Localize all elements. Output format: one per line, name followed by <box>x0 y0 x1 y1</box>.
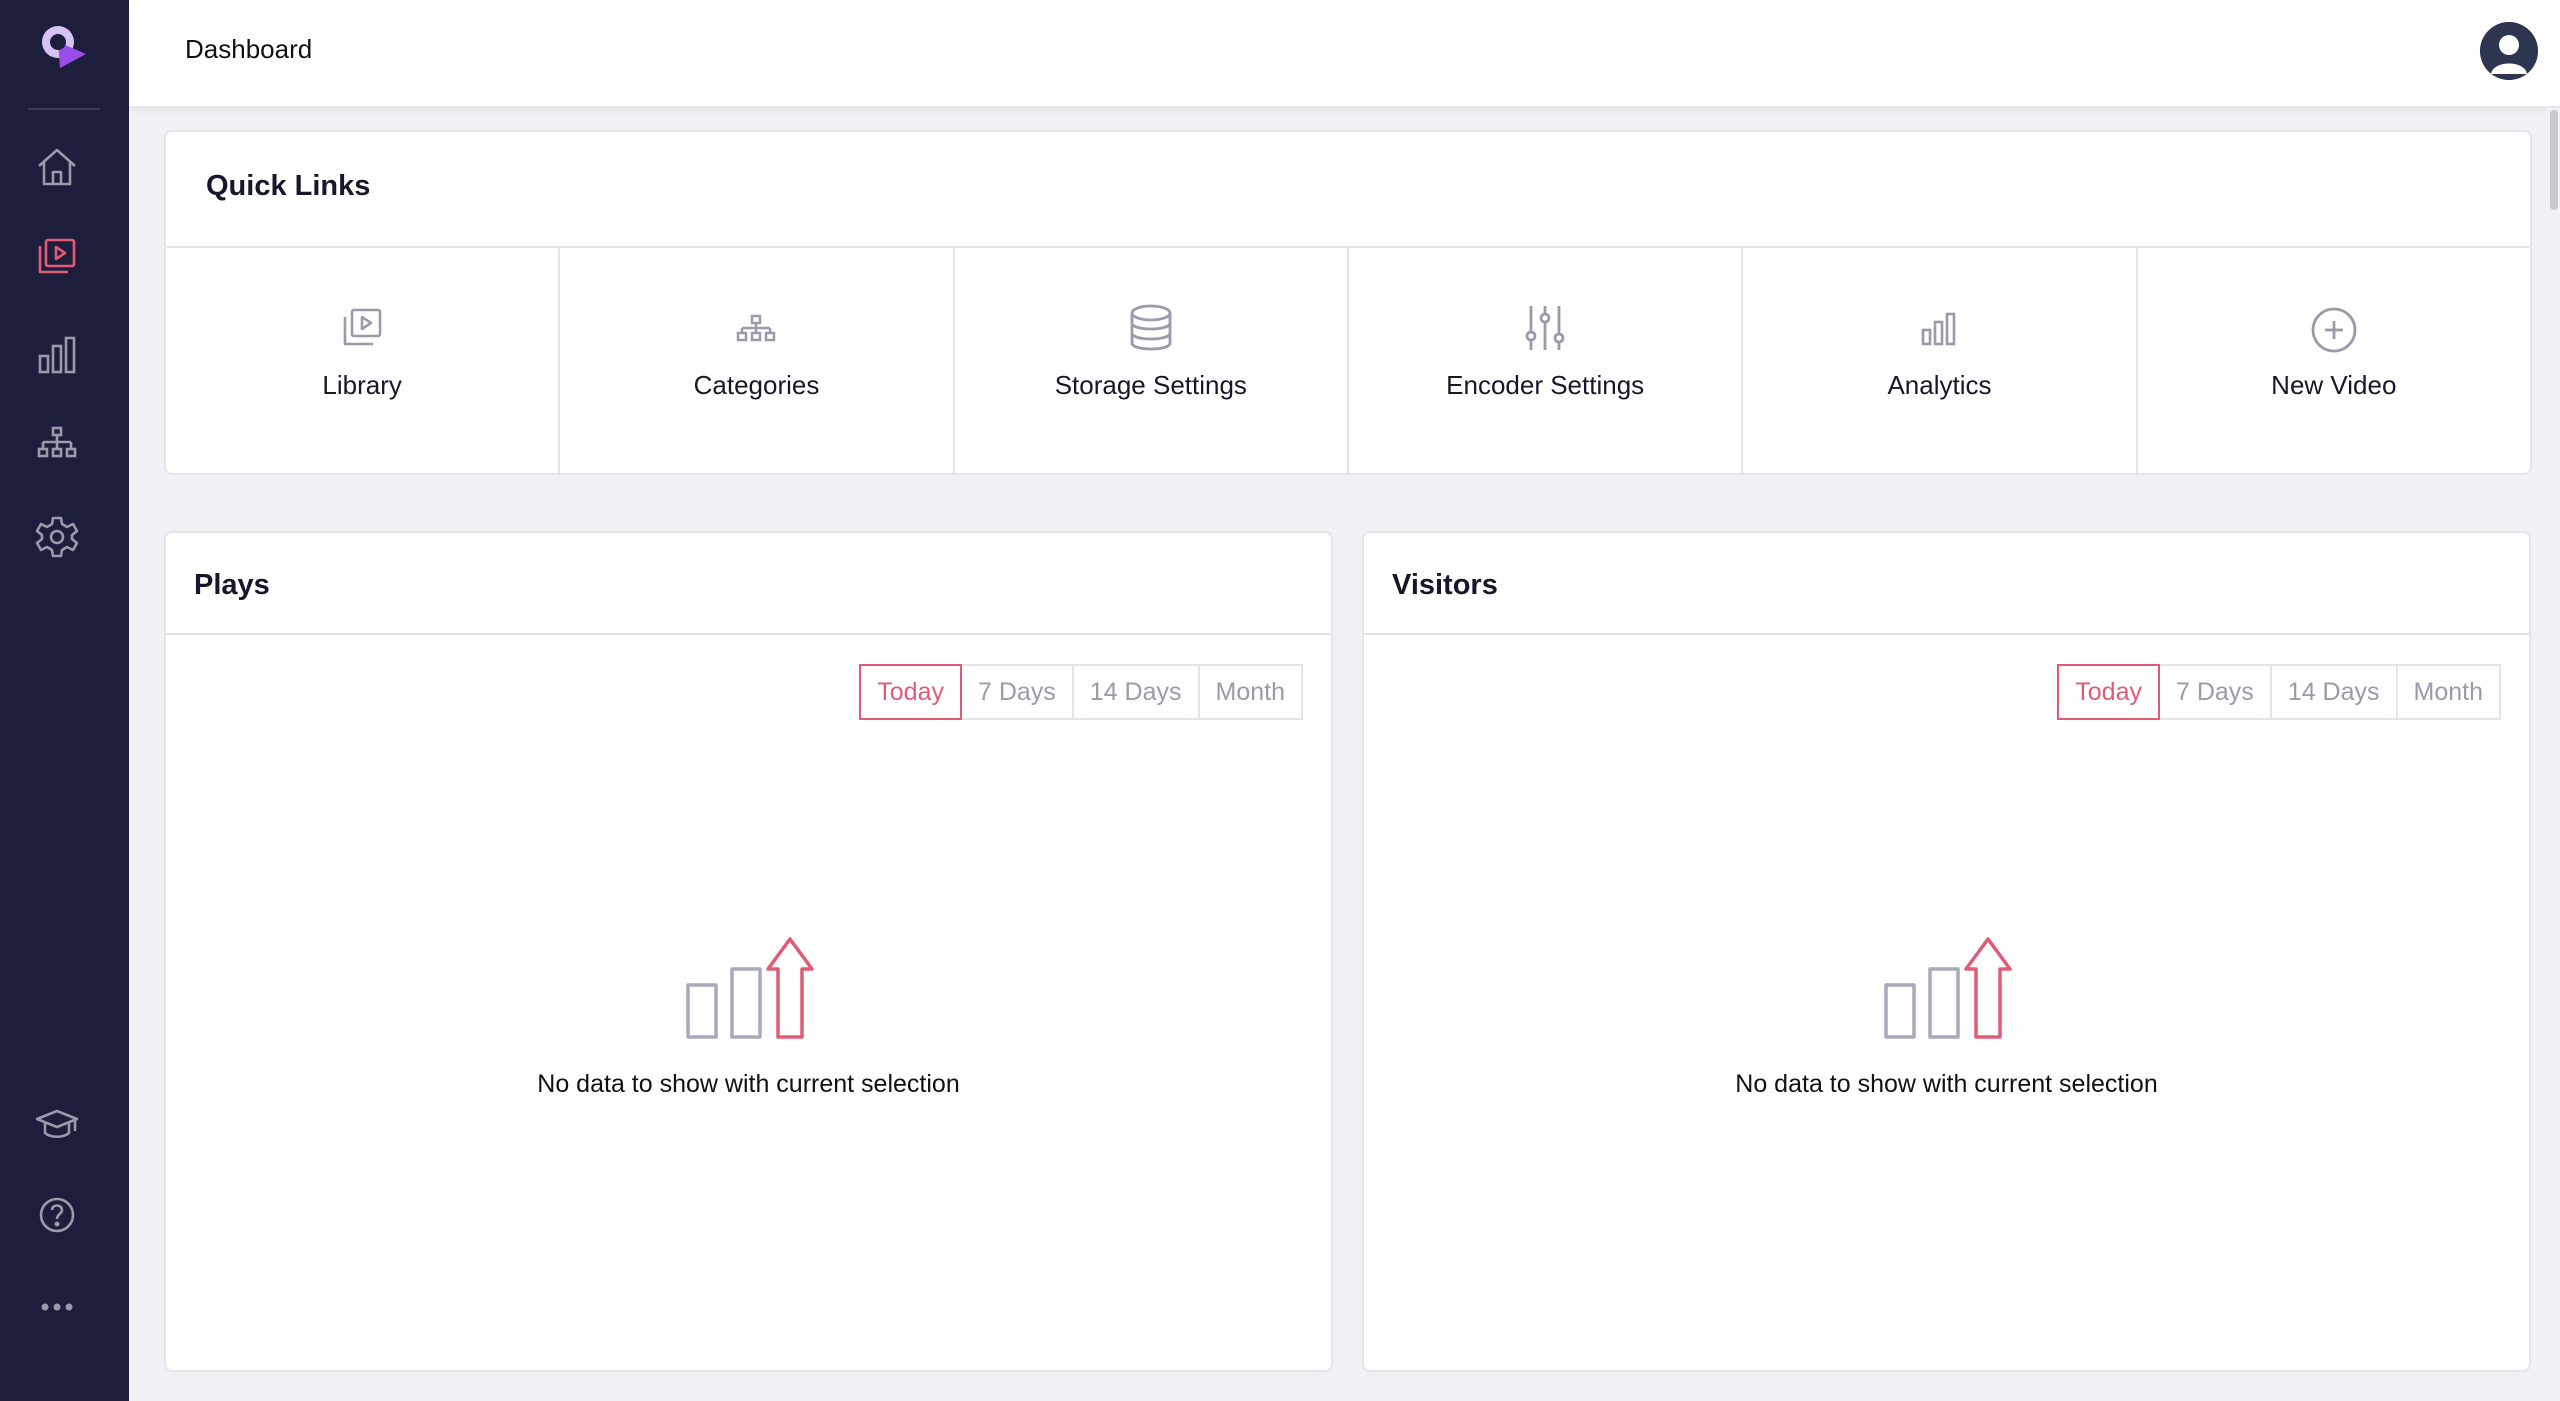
user-avatar-icon <box>2480 22 2538 80</box>
sidebar-item-analytics[interactable] <box>24 322 90 388</box>
empty-state-text: No data to show with current selection <box>537 1070 960 1098</box>
page-title: Dashboard <box>185 34 313 64</box>
hierarchy-icon <box>737 314 776 342</box>
quick-link-label: Storage Settings <box>1054 370 1247 400</box>
graduation-cap-icon <box>35 1109 79 1139</box>
range-7-days-button[interactable]: 7 Days <box>959 664 1074 720</box>
top-header: Dashboard <box>129 0 2560 108</box>
app: Dashboard Quick Links Library Categories… <box>0 0 2560 1401</box>
sidebar-item-academy[interactable] <box>24 1091 90 1157</box>
database-icon <box>1130 304 1172 351</box>
range-14-days-button[interactable]: 14 Days <box>1071 664 1200 720</box>
video-library-icon <box>343 308 382 346</box>
quick-link-label: Encoder Settings <box>1446 370 1645 400</box>
plus-circle-icon <box>2311 307 2357 353</box>
hierarchy-icon <box>37 426 77 458</box>
quick-link-label: Categories <box>693 370 820 400</box>
plays-title: Plays <box>194 569 270 601</box>
visitors-range-selector: Today 7 Days 14 Days Month <box>2057 664 2501 720</box>
range-today-button[interactable]: Today <box>859 664 962 720</box>
plays-panel: Plays Today 7 Days 14 Days Month No data… <box>164 531 1333 1372</box>
visitors-panel: Visitors Today 7 Days 14 Days Month No d… <box>1362 531 2531 1372</box>
bar-chart-icon <box>38 336 76 374</box>
quick-link-label: Library <box>322 370 402 400</box>
empty-chart-icon <box>685 937 814 1039</box>
video-library-icon <box>38 238 76 274</box>
scrollbar[interactable] <box>2546 108 2560 1401</box>
scrollbar-thumb[interactable] <box>2550 110 2558 210</box>
sliders-icon <box>1525 306 1565 350</box>
empty-state-text: No data to show with current selection <box>1735 1070 2158 1098</box>
panel-divider <box>166 633 1331 635</box>
help-icon <box>39 1197 75 1233</box>
logo[interactable] <box>36 20 92 76</box>
empty-chart-icon <box>1883 937 2012 1039</box>
range-month-button[interactable]: Month <box>2395 664 2501 720</box>
avatar[interactable] <box>2480 22 2538 80</box>
bar-chart-icon <box>1922 312 1956 346</box>
plays-range-selector: Today 7 Days 14 Days Month <box>859 664 1303 720</box>
range-today-button[interactable]: Today <box>2057 664 2160 720</box>
quick-link-encoder-settings[interactable]: Encoder Settings <box>1349 248 1744 475</box>
quick-link-label: New Video <box>2271 370 2397 400</box>
quick-link-label: Analytics <box>1887 370 1992 400</box>
visitors-title: Visitors <box>1392 569 1498 601</box>
sidebar-item-help[interactable] <box>24 1182 90 1248</box>
sidebar-item-settings[interactable] <box>24 504 90 570</box>
more-icon <box>41 1303 73 1311</box>
range-14-days-button[interactable]: 14 Days <box>2269 664 2398 720</box>
gear-icon <box>35 516 79 558</box>
quick-link-storage-settings[interactable]: Storage Settings <box>955 248 1349 475</box>
quick-links-card: Quick Links Library Categories Storage S… <box>164 130 2532 475</box>
sidebar <box>0 0 129 1401</box>
sidebar-item-home[interactable] <box>24 134 90 200</box>
quick-link-categories[interactable]: Categories <box>560 248 955 475</box>
quick-links-grid: Library Categories Storage Settings Enco… <box>166 246 2530 475</box>
panel-divider <box>1364 633 2529 635</box>
quick-links-title: Quick Links <box>206 170 371 202</box>
quick-link-library[interactable]: Library <box>166 248 561 475</box>
range-month-button[interactable]: Month <box>1197 664 1303 720</box>
sidebar-item-categories[interactable] <box>24 412 90 478</box>
home-icon <box>38 148 76 186</box>
sidebar-divider <box>28 108 100 110</box>
sidebar-item-library[interactable] <box>24 224 90 290</box>
quick-link-analytics[interactable]: Analytics <box>1743 248 2138 475</box>
quick-link-new-video[interactable]: New Video <box>2138 248 2530 475</box>
sidebar-item-more[interactable] <box>24 1274 90 1340</box>
range-7-days-button[interactable]: 7 Days <box>2157 664 2272 720</box>
